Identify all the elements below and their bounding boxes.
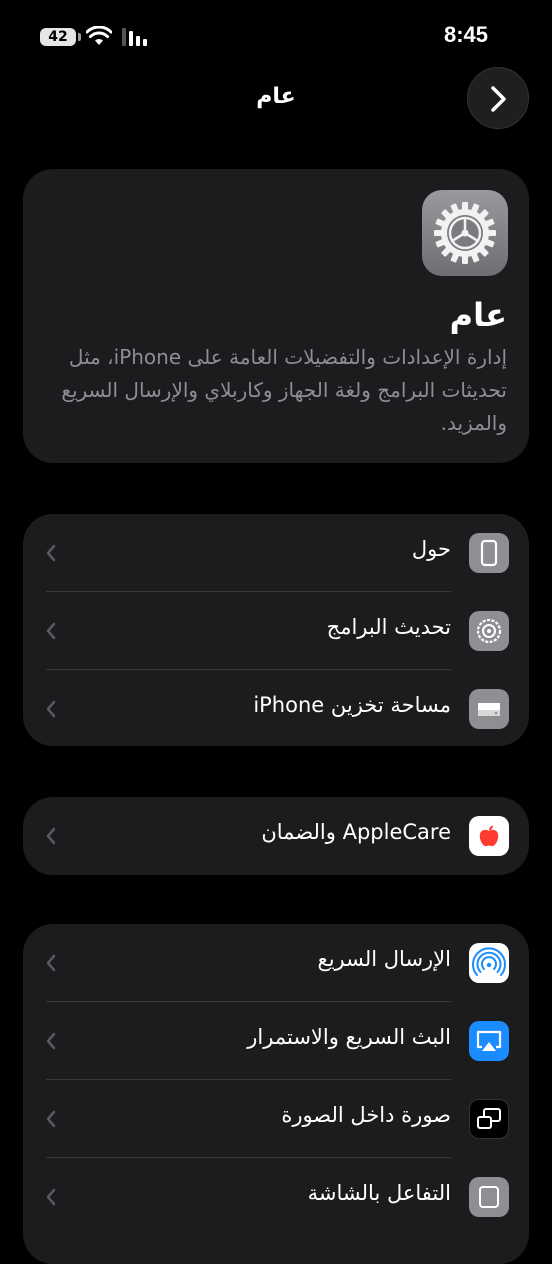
row-label: AppleCare والضمان [261, 820, 451, 844]
phone-icon [469, 533, 509, 573]
chevron-left-icon [46, 1188, 56, 1206]
row-applecare[interactable]: AppleCare والضمان [23, 797, 529, 875]
row-label: حول [411, 537, 451, 561]
row-label: الإرسال السريع [317, 947, 451, 971]
status-time: 8:45 [443, 22, 488, 47]
battery-tip [78, 33, 81, 41]
chevron-left-icon [46, 827, 56, 845]
pip-icon [469, 1099, 509, 1139]
battery-indicator: 42 [40, 28, 76, 46]
row-iphone-storage[interactable]: مساحة تخزين iPhone [23, 670, 529, 746]
airplay-icon [469, 1021, 509, 1061]
airdrop-icon [469, 943, 509, 983]
header-description: إدارة الإعدادات والتفضيلات العامة على iP… [61, 345, 507, 435]
chevron-left-icon [46, 544, 56, 562]
header-title: عام [449, 296, 507, 334]
status-bar: 42 8:45 [0, 0, 552, 70]
screen-icon [469, 1177, 509, 1217]
header-card: عام إدارة الإعدادات والتفضيلات العامة عل… [23, 169, 529, 463]
row-label: صورة داخل الصورة [281, 1103, 451, 1127]
chevron-left-icon [46, 1110, 56, 1128]
row-about[interactable]: حول [23, 514, 529, 592]
device-group: حول تحديث البرامج مساحة تخزين iPhone [23, 514, 529, 746]
row-airdrop[interactable]: الإرسال السريع [23, 924, 529, 1002]
row-label: مساحة تخزين iPhone [253, 693, 451, 717]
row-screen-interaction[interactable]: التفاعل بالشاشة [23, 1158, 529, 1236]
storage-icon [469, 689, 509, 729]
chevron-left-icon [46, 622, 56, 640]
back-button[interactable] [467, 67, 529, 129]
row-label: تحديث البرامج [326, 615, 451, 639]
row-airplay-handoff[interactable]: البث السريع والاستمرار [23, 1002, 529, 1080]
chevron-left-icon [46, 954, 56, 972]
wifi-icon [86, 26, 112, 45]
applecare-group: AppleCare والضمان [23, 797, 529, 875]
row-software-update[interactable]: تحديث البرامج [23, 592, 529, 670]
gear-update-icon [469, 611, 509, 651]
chevron-left-icon [46, 700, 56, 718]
chevron-left-icon [46, 1032, 56, 1050]
apple-icon [469, 816, 509, 856]
settings-gear-icon [422, 190, 508, 276]
row-label: التفاعل بالشاشة [307, 1181, 451, 1205]
row-label: البث السريع والاستمرار [247, 1025, 451, 1049]
row-picture-in-picture[interactable]: صورة داخل الصورة [23, 1080, 529, 1158]
chevron-right-icon [491, 86, 506, 112]
cellular-signal-icon [122, 28, 147, 46]
connectivity-group: الإرسال السريع البث السريع والاستمرار صو… [23, 924, 529, 1264]
